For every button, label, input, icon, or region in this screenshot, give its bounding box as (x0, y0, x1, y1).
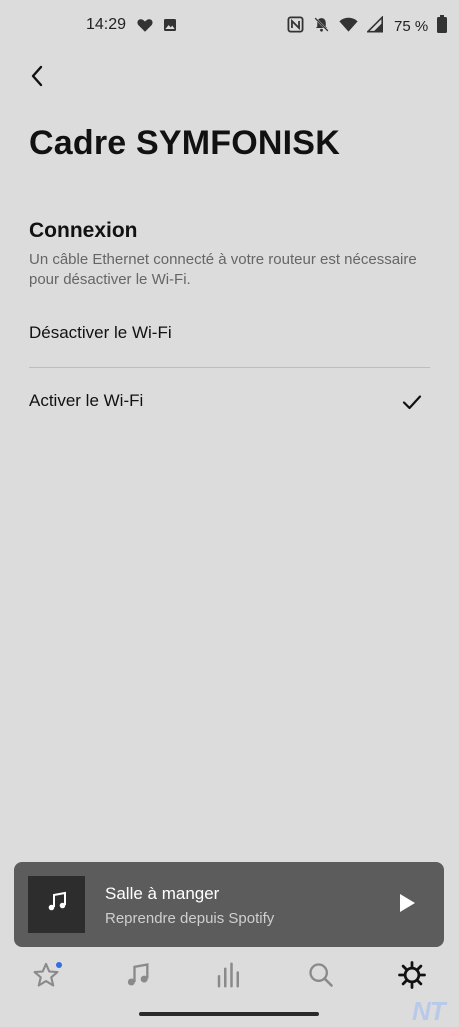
divider (29, 367, 430, 368)
page-title: Cadre SYMFONISK (29, 124, 340, 162)
bell-off-icon (313, 16, 330, 38)
search-icon (307, 961, 335, 994)
bottom-nav (0, 950, 459, 1004)
notification-badge (56, 962, 62, 968)
status-left-icons (136, 16, 178, 39)
player-source: Reprendre depuis Spotify (105, 910, 275, 927)
status-time: 14:29 (86, 16, 127, 33)
home-indicator[interactable] (139, 1012, 319, 1016)
album-art (28, 876, 85, 933)
play-button[interactable] (392, 890, 422, 920)
heart-icon (136, 16, 154, 39)
play-icon (397, 892, 417, 919)
player-room-name: Salle à manger (105, 884, 220, 903)
back-button[interactable] (22, 63, 52, 93)
option-label: Activer le Wi-Fi (29, 391, 144, 410)
option-disable-wifi[interactable]: Désactiver le Wi-Fi (0, 302, 459, 366)
battery-percentage: 75 % (394, 18, 429, 35)
section-title: Connexion (29, 219, 138, 242)
watermark: NT (412, 996, 446, 1026)
nfc-icon (287, 16, 304, 38)
mini-player[interactable]: Salle à manger Reprendre depuis Spotify (14, 862, 444, 947)
signal-icon (365, 14, 383, 38)
option-enable-wifi[interactable]: Activer le Wi-Fi (0, 370, 459, 434)
status-bar: 14:29 75 % (0, 0, 459, 52)
gear-icon (397, 960, 427, 995)
nav-settings[interactable] (392, 960, 432, 994)
image-icon (162, 16, 178, 39)
battery-icon (437, 15, 448, 38)
chevron-left-icon (29, 65, 45, 92)
nav-music[interactable] (118, 960, 158, 994)
music-note-icon (45, 890, 69, 919)
wifi-icon (339, 16, 358, 38)
nav-rooms[interactable] (209, 960, 249, 994)
nav-favorites[interactable] (26, 960, 66, 994)
nav-search[interactable] (301, 960, 341, 994)
option-label: Désactiver le Wi-Fi (29, 323, 172, 342)
status-right-icons: 75 % (287, 14, 448, 38)
music-note-icon (124, 961, 152, 994)
section-description: Un câble Ethernet connecté à votre route… (29, 251, 417, 288)
checkmark-icon (400, 390, 424, 419)
bars-icon (214, 960, 244, 995)
